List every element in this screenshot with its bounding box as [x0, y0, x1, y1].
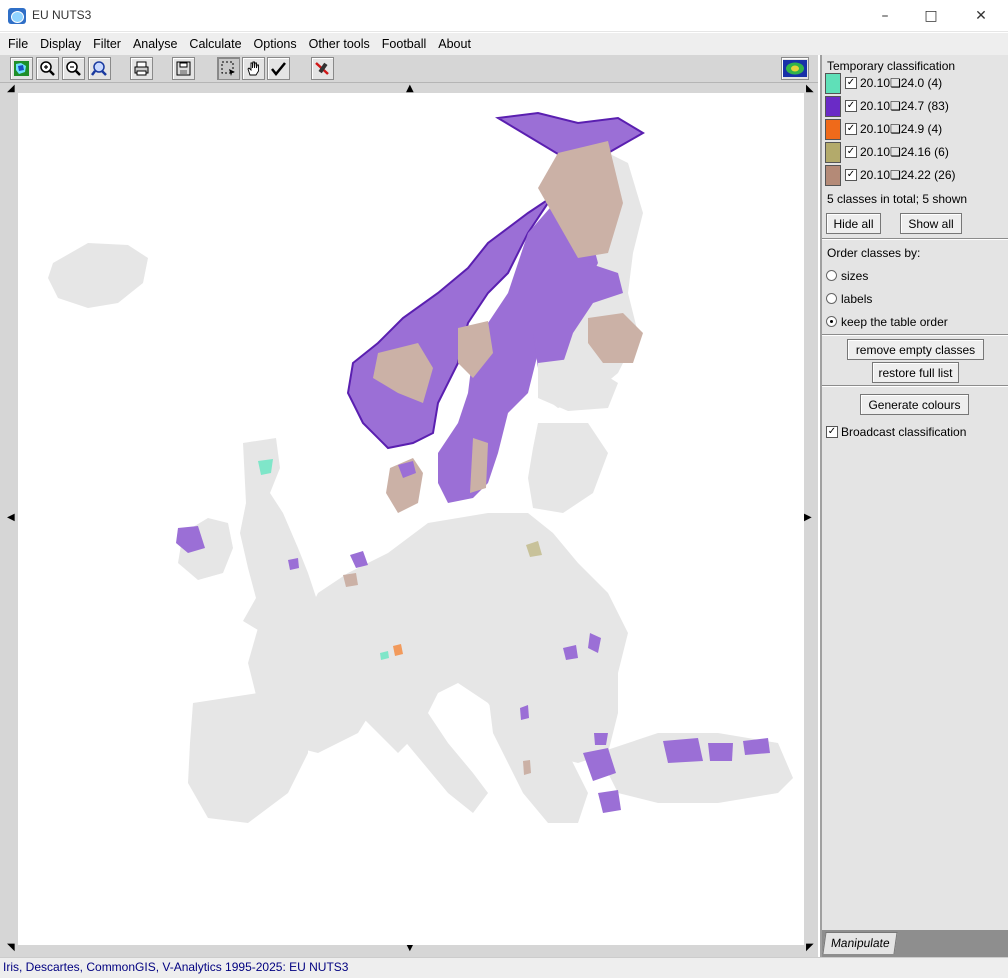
class-color-swatch[interactable]	[825, 119, 841, 140]
class-row-5[interactable]: ✓ 20.10❏24.22 (26)	[825, 165, 1005, 187]
europe-nuts3-map[interactable]	[18, 93, 804, 945]
class-color-swatch[interactable]	[825, 142, 841, 163]
menu-display[interactable]: Display	[34, 33, 87, 55]
checkmark-icon[interactable]	[267, 57, 290, 80]
region-great-britain	[240, 438, 318, 633]
map-canvas[interactable]	[18, 93, 804, 945]
order-label: Order classes by:	[827, 246, 921, 260]
menu-about[interactable]: About	[432, 33, 477, 55]
classification-panel: Temporary classification ✓ 20.10❏24.0 (4…	[820, 55, 1008, 957]
region-greece-purple-2	[598, 790, 621, 813]
menu-calculate[interactable]: Calculate	[183, 33, 247, 55]
region-italy	[378, 688, 488, 813]
resize-arrow-bottom-right[interactable]: ◤	[806, 943, 814, 953]
show-all-button[interactable]: Show all	[900, 213, 962, 234]
order-option-label: sizes	[841, 269, 869, 283]
divider	[822, 238, 1008, 240]
restore-full-list-button[interactable]: restore full list	[872, 362, 959, 383]
maximize-button[interactable]: □	[908, 0, 954, 32]
class-summary: 5 classes in total; 5 shown	[827, 192, 968, 206]
region-turkey-purple-2	[708, 743, 733, 761]
region-iberia	[188, 693, 308, 823]
menu-analyse[interactable]: Analyse	[127, 33, 183, 55]
class-checkbox[interactable]: ✓	[845, 169, 857, 181]
print-icon[interactable]	[130, 57, 153, 80]
region-iceland	[48, 243, 148, 308]
class-color-swatch[interactable]	[825, 165, 841, 186]
zoom-in-icon[interactable]	[36, 57, 59, 80]
menu-file[interactable]: File	[2, 33, 34, 55]
erase-icon[interactable]	[311, 57, 334, 80]
region-greece-tan	[523, 760, 531, 775]
region-turkey-purple-3	[743, 738, 770, 755]
class-label: 20.10❏24.22 (26)	[860, 168, 956, 182]
remove-empty-classes-button[interactable]: remove empty classes	[847, 339, 984, 360]
order-radio-table-order[interactable]	[826, 316, 837, 327]
region-uk-south-purple	[288, 558, 299, 570]
divider	[822, 334, 1008, 336]
map-icon[interactable]	[10, 57, 33, 80]
window-title: EU NUTS3	[32, 8, 92, 22]
status-bar: Iris, Descartes, CommonGIS, V-Analytics …	[0, 957, 1008, 978]
region-baltics	[528, 423, 608, 513]
class-label: 20.10❏24.0 (4)	[860, 76, 943, 90]
class-label: 20.10❏24.7 (83)	[860, 99, 949, 113]
close-button[interactable]: ✕	[958, 0, 1004, 32]
pan-zoom-icon[interactable]	[88, 57, 111, 80]
hide-all-button[interactable]: Hide all	[826, 213, 881, 234]
broadcast-checkbox[interactable]: ✓	[826, 426, 838, 438]
status-text: Iris, Descartes, CommonGIS, V-Analytics …	[3, 960, 349, 974]
tab-manipulate[interactable]: Manipulate	[822, 932, 898, 954]
region-sweden-tan-2	[470, 438, 488, 493]
menu-options[interactable]: Options	[248, 33, 303, 55]
class-color-swatch[interactable]	[825, 96, 841, 117]
class-row-2[interactable]: ✓ 20.10❏24.7 (83)	[825, 96, 1005, 118]
toolbar	[0, 55, 818, 83]
broadcast-label: Broadcast classification	[841, 425, 967, 439]
resize-arrow-top-right[interactable]: ◣	[806, 84, 814, 94]
tab-strip: Manipulate	[822, 930, 1008, 957]
zoom-out-icon[interactable]	[62, 57, 85, 80]
class-label: 20.10❏24.9 (4)	[860, 122, 943, 136]
class-checkbox[interactable]: ✓	[845, 100, 857, 112]
class-checkbox[interactable]: ✓	[845, 123, 857, 135]
menu-bar: File Display Filter Analyse Calculate Op…	[0, 33, 1008, 55]
menu-football[interactable]: Football	[376, 33, 432, 55]
order-radio-labels[interactable]	[826, 293, 837, 304]
class-row-1[interactable]: ✓ 20.10❏24.0 (4)	[825, 73, 1005, 95]
select-rectangle-icon[interactable]	[217, 57, 240, 80]
region-bulgaria-purple	[594, 733, 608, 745]
class-color-swatch[interactable]	[825, 73, 841, 94]
divider	[822, 385, 1008, 387]
pan-right-arrow[interactable]: ▶	[804, 513, 812, 523]
order-option-label: labels	[841, 292, 873, 306]
minimize-button[interactable]: –	[862, 0, 908, 32]
menu-filter[interactable]: Filter	[87, 33, 127, 55]
region-turkey-purple-1	[663, 738, 703, 763]
order-radio-sizes[interactable]	[826, 270, 837, 281]
app-globe-icon	[8, 8, 26, 24]
resize-arrow-bottom-left[interactable]: ◥	[7, 943, 15, 953]
class-checkbox[interactable]: ✓	[845, 77, 857, 89]
hand-icon[interactable]	[242, 57, 265, 80]
class-checkbox[interactable]: ✓	[845, 146, 857, 158]
title-bar: EU NUTS3 – □ ✕	[0, 0, 1008, 32]
generate-colours-button[interactable]: Generate colours	[860, 394, 969, 415]
class-row-4[interactable]: ✓ 20.10❏24.16 (6)	[825, 142, 1005, 164]
overview-icon[interactable]	[781, 57, 809, 80]
class-label: 20.10❏24.16 (6)	[860, 145, 949, 159]
save-icon[interactable]	[172, 57, 195, 80]
class-row-3[interactable]: ✓ 20.10❏24.9 (4)	[825, 119, 1005, 141]
order-option-label: keep the table order	[841, 315, 948, 329]
menu-other-tools[interactable]: Other tools	[303, 33, 376, 55]
region-benelux-purple	[350, 551, 368, 568]
pan-left-arrow[interactable]: ◀	[7, 513, 15, 523]
resize-arrow-top-left[interactable]: ◢	[7, 84, 15, 94]
panel-title: Temporary classification	[827, 59, 956, 73]
